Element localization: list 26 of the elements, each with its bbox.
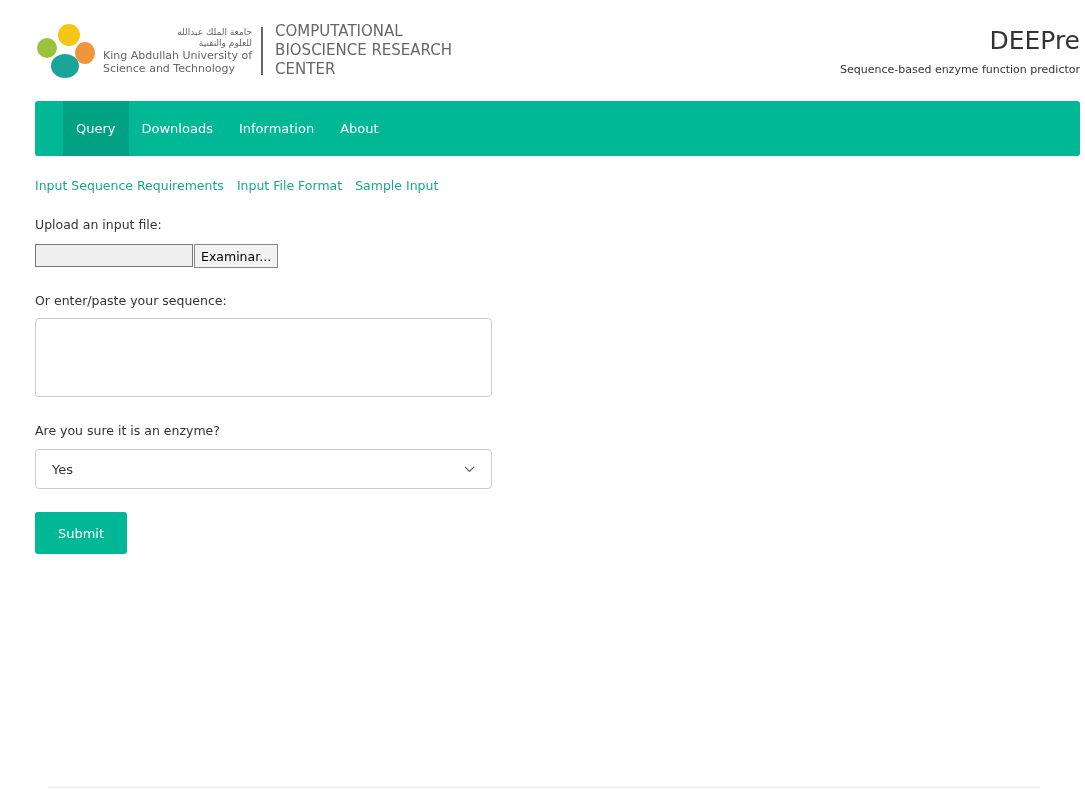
logo-icon [35,21,95,80]
help-link[interactable]: Sample Input [355,178,439,193]
nav-tab[interactable]: Downloads [128,101,226,156]
nav-tab[interactable]: Information [225,101,328,156]
file-path-field[interactable] [35,244,193,267]
upload-label: Upload an input file: [35,217,163,232]
center-name: CENTER [275,60,337,79]
help-link[interactable]: Input Sequence Requirements [35,178,224,193]
sequence-label: Or enter/paste your sequence: [35,293,228,308]
center-name: COMPUTATIONAL [275,22,404,41]
nav-tab[interactable]: Query [63,101,129,156]
sequence-input[interactable] [35,318,492,397]
help-link[interactable]: Input File Format [236,178,343,193]
university-name: Science and Technology [103,61,236,75]
nav-tab[interactable]: About [327,101,392,156]
submit-button[interactable]: Submit [35,512,127,554]
university-name: King Abdullah University of [103,48,253,62]
enzyme-select[interactable]: Yes [35,449,492,489]
app-title: DEEPre [989,25,1080,55]
app-subtitle: Sequence-based enzyme function predictor [839,62,1080,76]
chevron-down-icon [464,465,475,473]
university-arabic-name: للعلوم والتقنية [197,37,253,49]
center-name: BIOSCIENCE RESEARCH [275,41,453,60]
enzyme-question-label: Are you sure it is an enzyme? [35,423,221,438]
university-arabic-name: جامعة الملك عبدالله [176,26,253,38]
browse-button[interactable]: Examinar... [194,244,279,268]
